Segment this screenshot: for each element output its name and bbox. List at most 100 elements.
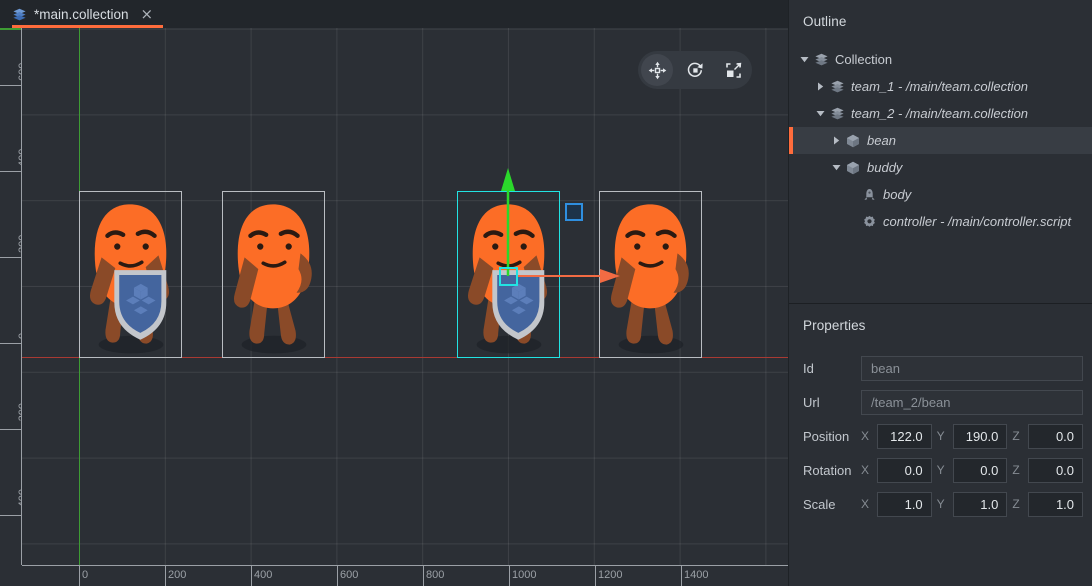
ruler-label-h: 1000	[512, 569, 536, 581]
ruler-tick-h	[165, 566, 166, 586]
outline-panel: Outline Collectionteam_1 - /main/team.co…	[789, 0, 1092, 303]
rotation-z-field[interactable]: 0.0	[1028, 458, 1083, 483]
bean-instance-3[interactable]	[457, 191, 560, 358]
outline-item-buddy[interactable]: buddy	[789, 154, 1092, 181]
rotation-x-field[interactable]: 0.0	[877, 458, 932, 483]
rotate-tool[interactable]	[679, 54, 711, 86]
chevron-down-icon[interactable]	[829, 161, 843, 175]
ruler-tick-v	[0, 429, 22, 430]
position-y-field[interactable]: 190.0	[953, 424, 1008, 449]
property-row-url: Url /team_2/bean	[803, 385, 1083, 419]
ruler-corner	[0, 565, 22, 586]
ruler-label-h: 1200	[598, 569, 622, 581]
ruler-label-h: 400	[254, 569, 272, 581]
outline-item-body[interactable]: body	[789, 181, 1092, 208]
ruler-tick-v	[0, 343, 22, 344]
scale-z-axis-label: Z	[1012, 497, 1028, 511]
scale-y-field[interactable]: 1.0	[953, 492, 1008, 517]
game-object-icon	[845, 161, 861, 175]
outline-tree[interactable]: Collection team_1 - /main/team.collection…	[789, 46, 1092, 235]
outline-item-label: team_2 - /main/team.collection	[851, 106, 1028, 121]
outline-item-controller[interactable]: controller - /main/controller.script	[789, 208, 1092, 235]
ruler-label-v: 400	[17, 149, 22, 167]
close-icon[interactable]: ×	[141, 7, 154, 22]
id-label: Id	[803, 361, 861, 376]
ruler-origin-mark-v	[0, 28, 22, 30]
rotation-y-field[interactable]: 0.0	[953, 458, 1008, 483]
tab-main-collection[interactable]: *main.collection ×	[0, 0, 163, 28]
ruler-label-h: 800	[426, 569, 444, 581]
scale-icon	[724, 61, 743, 80]
twisty-placeholder	[845, 188, 859, 202]
ruler-tick-v	[0, 515, 22, 516]
vertical-ruler[interactable]: 6004002000-200-400	[0, 28, 22, 565]
position-x-field[interactable]: 122.0	[877, 424, 932, 449]
tab-title: *main.collection	[34, 7, 129, 22]
move-tool[interactable]	[641, 54, 673, 86]
ruler-label-v: -200	[17, 403, 22, 425]
ruler-label-v: 600	[17, 63, 22, 81]
ruler-tick-v	[0, 85, 22, 86]
rotation-label: Rotation	[803, 463, 861, 478]
buddy-character-art	[223, 192, 324, 357]
outline-item-collection[interactable]: Collection	[789, 46, 1092, 73]
rotation-y-axis-label: Y	[937, 463, 953, 477]
id-field[interactable]: bean	[861, 356, 1083, 381]
editor-area: *main.collection ×	[0, 0, 788, 586]
bean-instance-4[interactable]	[599, 191, 702, 358]
outline-item-label: Collection	[835, 52, 892, 67]
scale-z-field[interactable]: 1.0	[1028, 492, 1083, 517]
ruler-tick-h	[337, 566, 338, 586]
ruler-label-v: 0	[17, 333, 22, 339]
rotation-z-axis-label: Z	[1012, 463, 1028, 477]
property-row-scale: Scale X 1.0 Y 1.0 Z 1.0	[803, 487, 1083, 521]
shield-icon	[492, 270, 544, 340]
chevron-right-icon[interactable]	[813, 80, 827, 94]
scale-tool[interactable]	[717, 54, 749, 86]
right-panel: Outline Collectionteam_1 - /main/team.co…	[788, 0, 1092, 586]
scale-label: Scale	[803, 497, 861, 512]
ruler-label-h: 600	[340, 569, 358, 581]
ruler-label-h: 0	[82, 569, 88, 581]
chevron-right-icon[interactable]	[829, 134, 843, 148]
component-handle[interactable]	[565, 203, 583, 221]
outline-item-bean[interactable]: bean	[789, 127, 1092, 154]
collection-icon	[829, 107, 845, 121]
buddy-character-art-2	[600, 192, 701, 357]
position-z-field[interactable]: 0.0	[1028, 424, 1083, 449]
game-object-icon	[845, 134, 861, 148]
properties-panel: Properties Id bean Url /team_2/bean Posi…	[789, 304, 1092, 586]
collection-icon	[829, 80, 845, 94]
sprite-icon	[861, 188, 877, 202]
bean-instance-2[interactable]	[222, 191, 325, 358]
outline-item-team_1[interactable]: team_1 - /main/team.collection	[789, 73, 1092, 100]
tab-bar: *main.collection ×	[0, 0, 788, 28]
outline-item-label: team_1 - /main/team.collection	[851, 79, 1028, 94]
collection-icon	[12, 8, 27, 21]
ruler-label-h: 1400	[684, 569, 708, 581]
property-rows: Id bean Url /team_2/bean Position X 122.…	[789, 351, 1092, 521]
scale-x-field[interactable]: 1.0	[877, 492, 932, 517]
bean-character-art-selected	[458, 192, 559, 357]
ruler-tick-v	[0, 171, 22, 172]
bean-instance-1[interactable]	[79, 191, 182, 358]
chevron-down-icon[interactable]	[797, 53, 811, 67]
url-label: Url	[803, 395, 861, 410]
url-field[interactable]: /team_2/bean	[861, 390, 1083, 415]
position-z-axis-label: Z	[1012, 429, 1028, 443]
bean-character-art	[80, 192, 181, 357]
ruler-label-v: -400	[17, 489, 22, 511]
viewport-toolbar	[638, 51, 752, 89]
chevron-down-icon[interactable]	[813, 107, 827, 121]
scene-viewport[interactable]	[22, 28, 788, 565]
rotate-icon	[686, 61, 705, 80]
ruler-tick-h	[251, 566, 252, 586]
horizontal-ruler[interactable]: 0 200 400 600 800 1000 1200 1400	[22, 565, 788, 586]
outline-item-team_2[interactable]: team_2 - /main/team.collection	[789, 100, 1092, 127]
property-row-id: Id bean	[803, 351, 1083, 385]
ruler-label-h: 200	[168, 569, 186, 581]
outline-item-label: bean	[867, 133, 896, 148]
scale-x-axis-label: X	[861, 497, 877, 511]
rotation-x-axis-label: X	[861, 463, 877, 477]
ruler-tick-h	[423, 566, 424, 586]
